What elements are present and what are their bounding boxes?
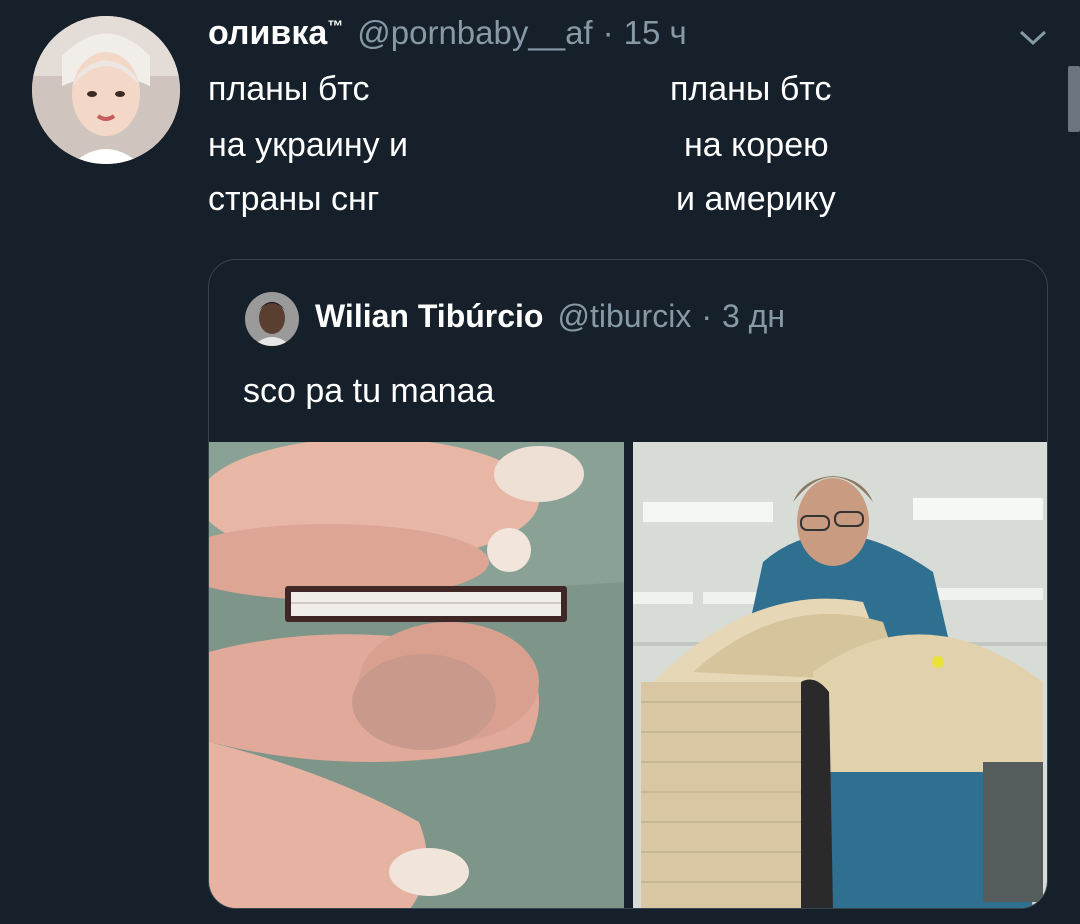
- quoted-timestamp[interactable]: 3 дн: [722, 298, 785, 335]
- tweet-text-right-line-2: на корею: [684, 126, 829, 164]
- author-display-name[interactable]: оливка™: [208, 14, 343, 53]
- quoted-author-avatar[interactable]: [245, 292, 299, 346]
- quoted-tweet[interactable]: Wilian Tibúrcio @tiburcix · 3 дн sco pa …: [208, 259, 1048, 909]
- tweet-timestamp[interactable]: 15 ч: [624, 14, 687, 52]
- author-handle[interactable]: @pornbaby__af: [357, 14, 592, 52]
- tweet-text-right-line-1: планы бтс: [670, 70, 832, 108]
- scrollbar-thumb[interactable]: [1068, 66, 1080, 132]
- author-avatar[interactable]: [32, 16, 180, 164]
- chevron-down-icon[interactable]: [1018, 28, 1048, 48]
- tweet-text-left-line-2: на украину и: [208, 126, 409, 164]
- quoted-display-name[interactable]: Wilian Tibúrcio: [315, 298, 543, 335]
- quoted-handle[interactable]: @tiburcix: [557, 298, 691, 335]
- tweet-text-left-line-1: планы бтс: [208, 70, 370, 108]
- tweet[interactable]: оливка™ @pornbaby__af · 15 ч планы бтс н…: [0, 0, 1080, 924]
- quoted-tweet-header: Wilian Tibúrcio @tiburcix · 3 дн: [315, 298, 785, 335]
- media-tiny-book-photo[interactable]: [209, 442, 624, 908]
- quoted-tweet-text: sco pa tu manaa: [243, 372, 495, 410]
- tweet-text-left-line-3: страны снг: [208, 180, 380, 218]
- tweet-text-right-line-3: и америку: [676, 180, 836, 218]
- media-huge-book-photo[interactable]: [633, 442, 1047, 908]
- tweet-header: оливка™ @pornbaby__af · 15 ч: [208, 14, 687, 53]
- quoted-separator: ·: [701, 298, 712, 334]
- header-separator: ·: [602, 14, 614, 51]
